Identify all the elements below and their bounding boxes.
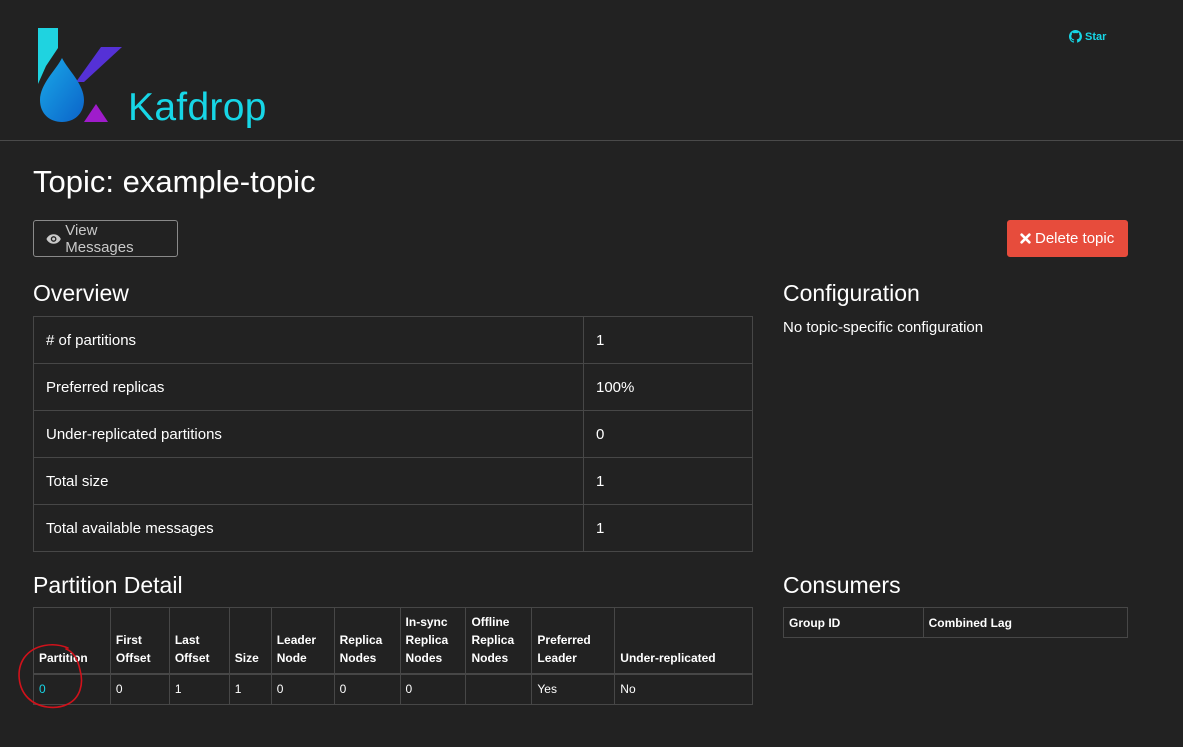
column-header-line: First	[115, 632, 142, 647]
column-header-line: Nodes	[405, 650, 443, 665]
partition-table: Partition First Offset Last Offset Size Leader…	[33, 607, 753, 705]
column-header-line: Leader	[537, 650, 577, 665]
overview-label: Total size	[33, 457, 584, 505]
table-row: 0 0 1 1 0 0 0 Yes No	[33, 673, 753, 705]
overview-value: 1	[583, 457, 753, 505]
page: Kafdrop Star Topic: example-topic View M…	[0, 0, 1183, 747]
column-header-line: Under-replicated	[620, 650, 716, 665]
consumers-heading: Consumers	[783, 572, 901, 598]
overview-label: Total available messages	[33, 504, 584, 552]
view-messages-label: View Messages	[65, 221, 134, 256]
column-header-line: Offset	[174, 650, 210, 665]
red-circle-annotation	[18, 644, 83, 709]
table-row: # of partitions 1	[33, 316, 753, 364]
column-header-line: Size	[234, 650, 259, 665]
table-row: Total available messages 1	[33, 504, 753, 552]
close-icon	[1020, 233, 1031, 244]
column-header-offline-replica-nodes[interactable]: Offline Replica Nodes	[465, 607, 533, 674]
consumers-table-header: Group ID Combined Lag	[783, 607, 1129, 638]
column-header-combined-lag[interactable]: Combined Lag	[922, 607, 1129, 638]
column-header-line: Preferred	[537, 632, 591, 647]
in-sync-replica-nodes-cell: 0	[399, 673, 467, 705]
partition-detail-heading: Partition Detail	[33, 572, 183, 598]
last-offset-cell: 1	[168, 673, 230, 705]
table-row: Total size 1	[33, 457, 753, 505]
view-messages-button[interactable]: View Messages	[33, 220, 178, 257]
under-replicated-cell: No	[614, 673, 753, 705]
kafdrop-logo-icon	[38, 28, 122, 122]
column-header-line: Replica	[471, 632, 515, 647]
overview-label: # of partitions	[33, 316, 584, 364]
column-header-line: Nodes	[339, 650, 377, 665]
column-header-preferred-leader[interactable]: Preferred Leader	[531, 607, 616, 674]
column-header-line: Node	[276, 650, 307, 665]
column-header-last-offset[interactable]: Last Offset	[168, 607, 230, 674]
eye-icon	[46, 233, 61, 244]
size-cell: 1	[228, 673, 272, 705]
column-header-line: Leader	[276, 632, 317, 647]
brand-name: Kafdrop	[128, 86, 267, 129]
column-header-line: Replica	[339, 632, 383, 647]
delete-topic-button[interactable]: Delete topic	[1007, 220, 1128, 257]
overview-label: Under-replicated partitions	[33, 410, 584, 458]
consumers-table: Group ID Combined Lag	[783, 607, 1129, 638]
preferred-leader-cell: Yes	[531, 673, 616, 705]
column-header-line: In-sync	[405, 614, 448, 629]
column-header-line: Offset	[115, 650, 151, 665]
column-header-line: Offline	[471, 614, 510, 629]
overview-heading: Overview	[33, 280, 129, 306]
first-offset-cell: 0	[109, 673, 170, 705]
leader-node-cell: 0	[270, 673, 335, 705]
offline-replica-nodes-cell	[465, 673, 533, 705]
overview-value: 0	[583, 410, 753, 458]
overview-value: 1	[583, 504, 753, 552]
column-header-leader-node[interactable]: Leader Node	[270, 607, 335, 674]
column-header-first-offset[interactable]: First Offset	[109, 607, 170, 674]
overview-value: 1	[583, 316, 753, 364]
column-header-line: Replica	[405, 632, 449, 647]
overview-table: # of partitions 1 Preferred replicas 100…	[33, 316, 753, 552]
table-row: Preferred replicas 100%	[33, 363, 753, 411]
page-title: Topic: example-topic	[33, 164, 316, 199]
column-header-size[interactable]: Size	[228, 607, 272, 674]
kafdrop-logo[interactable]: Kafdrop	[38, 28, 278, 129]
partition-table-header: Partition First Offset Last Offset Size Leader…	[33, 607, 753, 674]
table-row: Under-replicated partitions 0	[33, 410, 753, 458]
delete-topic-label: Delete topic	[1035, 230, 1115, 247]
column-header-replica-nodes[interactable]: Replica Nodes	[333, 607, 401, 674]
star-label: Star	[1085, 30, 1107, 43]
column-header-line: Last	[174, 632, 200, 647]
column-header-in-sync-replica-nodes[interactable]: In-sync Replica Nodes	[399, 607, 467, 674]
overview-label: Preferred replicas	[33, 363, 584, 411]
replica-nodes-cell: 0	[333, 673, 401, 705]
column-header-under-replicated[interactable]: Under-replicated	[614, 607, 753, 674]
github-star-button[interactable]: Star	[1069, 30, 1106, 43]
header: Kafdrop Star	[0, 0, 1183, 141]
github-icon	[1069, 30, 1082, 43]
column-header-line: Nodes	[471, 650, 509, 665]
configuration-text: No topic-specific configuration	[783, 319, 984, 336]
overview-value: 100%	[583, 363, 753, 411]
column-header-group-id[interactable]: Group ID	[783, 607, 924, 638]
configuration-heading: Configuration	[783, 280, 920, 306]
